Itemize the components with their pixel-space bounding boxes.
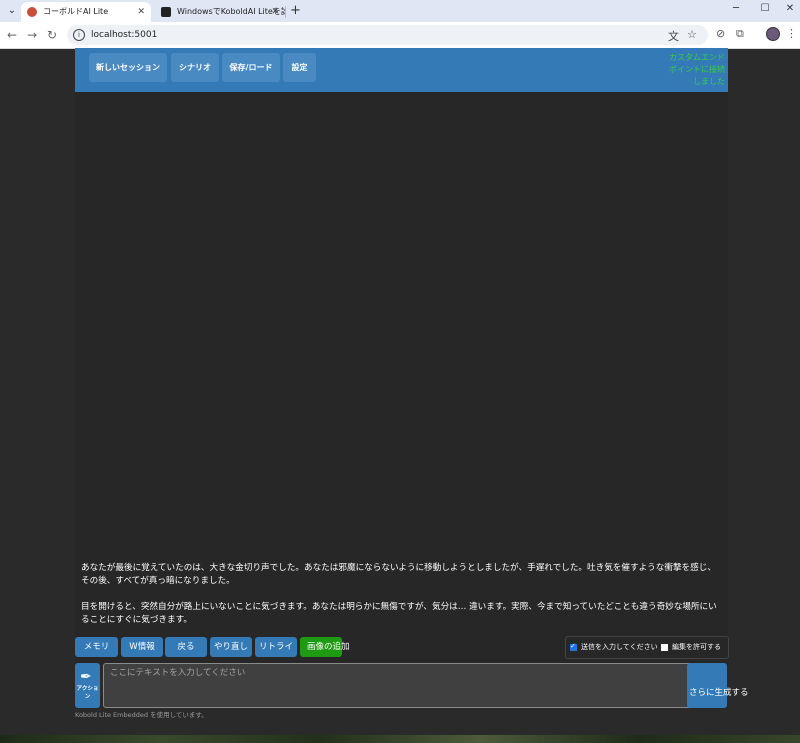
search-labs-icon[interactable]: ⊘ [716, 27, 725, 40]
tab-title: WindowsでKoboldAI Liteを試してみ… [177, 7, 285, 16]
memory-button[interactable]: メモリ [75, 637, 118, 657]
footer-text: Kobold Lite Embedded を使用しています。 [75, 711, 208, 719]
tab-title: コーボルドAI Lite [43, 7, 109, 16]
browser-toolbar: ← → ↻ i localhost:5001 ⽂ ☆ ⊘ ⧉ ⋮ [0, 22, 800, 49]
connection-status: カスタムエンドポイントに接続しました [669, 53, 725, 86]
maximize-icon[interactable]: ☐ [757, 3, 773, 14]
input-options: 送信を入力してください 編集を許可する [565, 636, 729, 659]
close-tab-icon[interactable]: ✕ [271, 2, 279, 22]
enter-send-label: 送信を入力してください [581, 643, 658, 651]
profile-avatar[interactable] [766, 27, 780, 41]
kobold-favicon-icon [27, 7, 37, 17]
story-input[interactable] [103, 663, 709, 708]
story-paragraph: あなたが最後に覚えていたのは、大きな金切り声でした。あなたは邪魔にならないように… [81, 563, 716, 586]
scenario-button[interactable]: シナリオ [171, 53, 219, 82]
world-info-button[interactable]: W情報 [121, 637, 163, 657]
site-info-icon[interactable]: i [73, 29, 85, 41]
settings-button[interactable]: 設定 [283, 53, 316, 82]
kobold-lite-app: 新しいセッション シナリオ 保存/ロード 設定 カスタムエンドポイントに接続しま… [75, 48, 749, 719]
top-nav-bar: 新しいセッション シナリオ 保存/ロード 設定 カスタムエンドポイントに接続しま… [75, 48, 728, 92]
back-button[interactable]: 戻る [165, 637, 207, 657]
enter-send-checkbox[interactable] [570, 642, 577, 651]
action-label: アクション [76, 686, 99, 700]
new-session-button[interactable]: 新しいセッション [89, 53, 167, 82]
action-mode-button[interactable]: ✒ アクション [75, 663, 100, 708]
desktop-wallpaper-strip [0, 735, 800, 743]
tab-divider [285, 6, 286, 18]
minimize-icon[interactable]: ─ [728, 3, 744, 14]
browser-tab-strip: ⌄ コーボルドAI Lite ✕ WindowsでKoboldAI Liteを試… [0, 0, 800, 22]
save-load-button[interactable]: 保存/ロード [222, 53, 280, 82]
close-window-icon[interactable]: ✕ [782, 3, 798, 14]
generate-more-label: さらに生成する [689, 688, 749, 698]
story-text: あなたが最後に覚えていたのは、大きな金切り声でした。あなたは邪魔にならないように… [81, 562, 723, 627]
browser-tab-active[interactable]: コーボルドAI Lite ✕ [21, 2, 151, 22]
browser-tab-inactive[interactable]: WindowsでKoboldAI Liteを試してみ… ✕ [155, 2, 285, 22]
close-tab-icon[interactable]: ✕ [137, 2, 145, 22]
redo-button[interactable]: やり直し [210, 637, 252, 657]
note-favicon-icon [161, 7, 171, 17]
forward-arrow-icon[interactable]: → [25, 27, 39, 43]
menu-kebab-icon[interactable]: ⋮ [786, 27, 797, 40]
address-bar[interactable]: i localhost:5001 ⽂ ☆ [67, 25, 708, 45]
quill-pen-icon: ✒ [80, 669, 92, 685]
address-url: localhost:5001 [91, 30, 158, 40]
tab-search-icon[interactable]: ⌄ [4, 3, 20, 19]
reload-icon[interactable]: ↻ [45, 27, 59, 43]
allow-edit-checkbox[interactable] [661, 644, 668, 651]
allow-edit-label: 編集を許可する [672, 643, 721, 651]
add-image-label: 画像の追加 [307, 642, 350, 652]
new-tab-icon[interactable]: + [290, 3, 301, 19]
back-arrow-icon[interactable]: ← [5, 27, 19, 43]
story-paragraph: 目を開けると、突然自分が路上にいないことに気づきます。あなたは明らかに無傷ですが… [81, 602, 717, 625]
retry-button[interactable]: リトライ [255, 637, 297, 657]
bookmark-star-icon[interactable]: ☆ [687, 28, 697, 41]
extensions-puzzle-icon[interactable]: ⧉ [736, 27, 744, 41]
translate-icon[interactable]: ⽂ [668, 28, 679, 44]
